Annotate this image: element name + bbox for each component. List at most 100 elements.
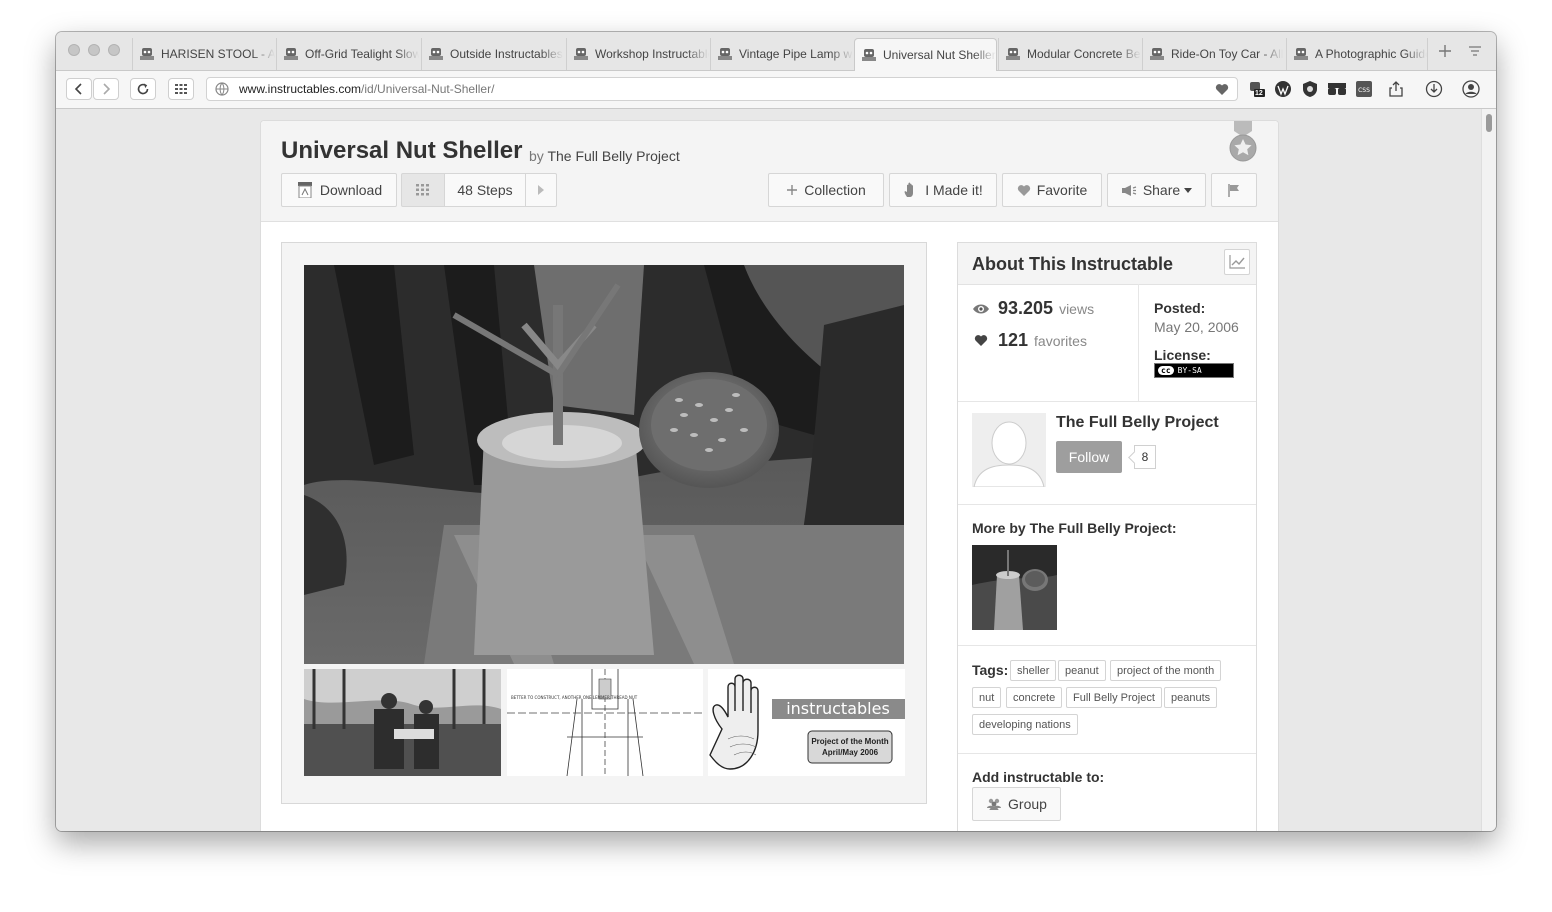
new-tab-button[interactable] [1431, 38, 1459, 64]
top-sites-button[interactable] [168, 78, 194, 100]
author-avatar[interactable] [972, 413, 1046, 487]
steps-grid-button[interactable] [401, 173, 445, 207]
reader-glasses-extension-button[interactable] [1327, 80, 1347, 98]
add-to-label: Add instructable to: [972, 769, 1105, 785]
play-arrow-icon [538, 185, 544, 195]
people-outdoor-photo [304, 669, 501, 776]
thumbnail-1[interactable] [304, 669, 501, 776]
tab-workshop-instructables[interactable]: Workshop Instructables [566, 38, 709, 70]
robot-favicon-icon [140, 48, 154, 60]
views-label: views [1059, 300, 1095, 317]
license-badge-text: BY-SA [1177, 366, 1202, 375]
posted-label: Posted: [1154, 300, 1206, 316]
favorite-button[interactable]: Favorite [1002, 173, 1102, 207]
about-header: About This Instructable [958, 243, 1256, 285]
tab-vintage-pipe-lamp[interactable]: Vintage Pipe Lamp with [710, 38, 853, 70]
add-to-group-button[interactable]: Group [972, 787, 1061, 821]
robot-favicon-icon [574, 48, 588, 60]
robot-favicon-icon [1294, 48, 1308, 60]
zoom-window-button[interactable] [108, 44, 120, 56]
back-button[interactable] [66, 78, 92, 100]
more-by-section: More by The Full Belly Project: [958, 504, 1256, 646]
robot-favicon-icon [1006, 48, 1020, 60]
menu-lines-icon [1469, 46, 1481, 56]
hand-icon [904, 182, 914, 197]
tag-nut[interactable]: nut [972, 687, 1002, 708]
tab-overview-button[interactable] [1461, 38, 1489, 64]
author-name[interactable]: The Full Belly Project [1056, 414, 1219, 432]
account-button[interactable] [1461, 80, 1481, 98]
robot-favicon-icon [1150, 48, 1164, 60]
extension-badge-button[interactable]: 12 [1246, 80, 1266, 98]
scrollbar-thumb[interactable] [1486, 114, 1492, 132]
tag-peanuts[interactable]: peanuts [1164, 687, 1218, 708]
chart-line-icon [1229, 255, 1245, 269]
tag-full-belly-project[interactable]: Full Belly Project [1066, 687, 1162, 708]
reload-button[interactable] [130, 78, 156, 100]
robot-favicon-icon [718, 48, 732, 60]
glasses-icon [1328, 83, 1346, 95]
collection-button[interactable]: Collection [768, 173, 884, 207]
robot-favicon-icon [284, 48, 298, 60]
collection-label: Collection [804, 182, 866, 198]
extension-badge-count: 12 [1255, 90, 1263, 97]
made-it-label: I Made it! [925, 182, 983, 198]
flag-button[interactable] [1211, 173, 1257, 207]
thumbnail-2[interactable]: BETTER TO CONSTRUCT, ANOTHER ONE LEMMER … [507, 669, 703, 776]
tab-label: HARISEN STOOL - All [161, 47, 275, 61]
tab-label: Workshop Instructables [595, 47, 709, 61]
heart-icon [974, 335, 988, 346]
close-window-button[interactable] [68, 44, 80, 56]
tab-label: Outside Instructables [450, 47, 563, 61]
flag-icon [1228, 183, 1239, 197]
wordpress-extension-button[interactable] [1273, 80, 1293, 98]
downloads-button[interactable] [1424, 80, 1444, 98]
tab-outside-instructables[interactable]: Outside Instructables [421, 38, 564, 70]
follow-button[interactable]: Follow [1056, 441, 1122, 473]
tab-universal-nut-sheller[interactable]: Universal Nut Sheller [854, 38, 997, 71]
share-label: Share [1142, 182, 1181, 198]
reload-icon [137, 83, 149, 95]
tab-photographic-guide[interactable]: A Photographic Guide [1286, 38, 1428, 70]
tag-peanut[interactable]: peanut [1058, 660, 1106, 681]
robot-favicon-icon [429, 48, 443, 60]
views-count: 93.205 [998, 298, 1054, 318]
cc-icon: cc [1158, 366, 1174, 375]
megaphone-icon [1121, 184, 1137, 196]
shield-icon [1303, 81, 1317, 97]
tag-concrete[interactable]: concrete [1006, 687, 1063, 708]
wordpress-icon [1275, 81, 1291, 97]
tag-developing-nations[interactable]: developing nations [972, 714, 1078, 735]
more-by-thumbnail[interactable] [972, 545, 1057, 630]
tab-modular-concrete-bench[interactable]: Modular Concrete Bench [998, 38, 1141, 70]
thumbnail-3[interactable]: instructables Project of the Month April… [708, 669, 905, 776]
cc-license-badge[interactable]: cc BY-SA [1154, 363, 1234, 378]
forward-button[interactable] [93, 78, 119, 100]
tag-sheller[interactable]: sheller [1010, 660, 1057, 681]
author-link[interactable]: The Full Belly Project [547, 148, 679, 164]
next-step-button[interactable] [525, 173, 557, 207]
main-photo[interactable] [304, 265, 904, 664]
page-scrollbar[interactable] [1481, 109, 1496, 831]
stats-button[interactable] [1224, 249, 1250, 275]
plus-icon [787, 185, 798, 195]
tab-harisen-stool[interactable]: HARISEN STOOL - All [132, 38, 275, 70]
i-made-it-button[interactable]: I Made it! [889, 173, 997, 207]
share-button[interactable]: Share [1107, 173, 1206, 207]
nut-sheller-thumbnail [972, 545, 1057, 630]
minimize-window-button[interactable] [88, 44, 100, 56]
tab-off-grid-tealight[interactable]: Off-Grid Tealight Slow [276, 38, 419, 70]
shield-extension-button[interactable] [1300, 80, 1320, 98]
download-button[interactable]: Download [281, 173, 397, 207]
nut-sheller-photo [304, 265, 904, 664]
url-field[interactable]: www.instructables.com/id/Universal-Nut-S… [206, 77, 1238, 101]
tag-project-of-the-month[interactable]: project of the month [1110, 660, 1222, 681]
favorites-stat: 121 favorites [972, 330, 1087, 351]
share-toolbar-button[interactable] [1386, 80, 1406, 98]
css-extension-button[interactable]: CSS [1354, 80, 1374, 98]
steps-count-button[interactable]: 48 Steps [444, 173, 526, 207]
tab-ride-on-toy-car[interactable]: Ride-On Toy Car - All [1142, 38, 1285, 70]
heart-icon[interactable] [1215, 83, 1229, 96]
grid-icon [416, 184, 429, 196]
steps-label: 48 Steps [457, 182, 513, 198]
